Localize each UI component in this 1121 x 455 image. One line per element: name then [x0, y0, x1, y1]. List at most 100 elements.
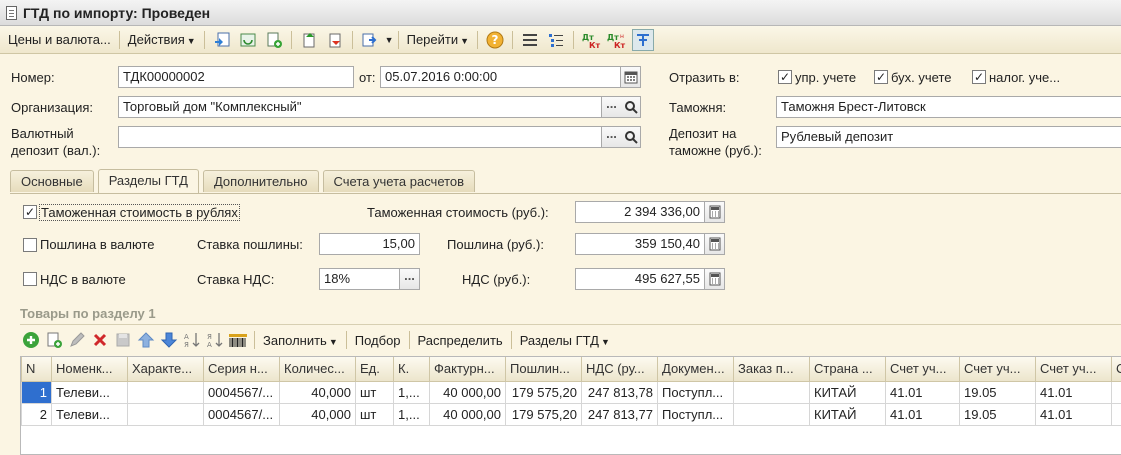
customs-value-field[interactable]: 2 394 336,00 — [575, 201, 705, 223]
edit-row-button[interactable] — [66, 329, 88, 351]
gtd-sections-menu-button[interactable]: Разделы ГТД ▼ — [516, 333, 614, 348]
column-header[interactable]: Страна ... — [809, 357, 886, 382]
help-button[interactable]: ? — [484, 29, 506, 51]
post-button[interactable] — [298, 29, 320, 51]
vat-currency-checkbox[interactable] — [23, 272, 37, 286]
cell[interactable]: 40 000,00 — [429, 402, 506, 426]
delete-row-button[interactable] — [89, 329, 111, 351]
actions-menu-button[interactable]: Действия ▼ — [124, 32, 200, 47]
organization-select-button[interactable]: ... — [602, 96, 622, 118]
column-header[interactable]: Номенк... — [51, 357, 128, 382]
vat-rate-select-button[interactable]: ... — [400, 268, 420, 290]
cell[interactable]: 0004567/... — [203, 380, 280, 404]
unpost-button[interactable] — [324, 29, 346, 51]
cell[interactable] — [127, 380, 204, 404]
cell[interactable]: КИТАЙ — [809, 380, 886, 404]
tree-button[interactable] — [545, 29, 567, 51]
cell[interactable]: 179 575,20 — [505, 402, 582, 426]
cell[interactable]: 41.01 — [885, 380, 960, 404]
currency-deposit-field[interactable] — [118, 126, 602, 148]
reflect-tax-checkbox[interactable]: ✓ — [972, 70, 986, 84]
reflect-accounting-checkbox[interactable]: ✓ — [874, 70, 888, 84]
dt-kt-button[interactable]: Дт Кт — [580, 29, 602, 51]
column-header[interactable]: Докумен... — [657, 357, 734, 382]
end-edit-button[interactable] — [112, 329, 134, 351]
duty-rate-field[interactable]: 15,00 — [319, 233, 420, 255]
cell[interactable]: 40 000,00 — [429, 380, 506, 404]
move-up-button[interactable] — [135, 329, 157, 351]
write-document-button[interactable] — [237, 29, 259, 51]
table-row[interactable]: 2 Телеви... 0004567/... 40,000 шт 1,... … — [21, 402, 1121, 426]
column-header[interactable]: Счет уч... — [1035, 357, 1112, 382]
move-down-button[interactable] — [158, 329, 180, 351]
cell[interactable] — [127, 402, 204, 426]
cell[interactable]: КИТАЙ — [809, 402, 886, 426]
add-row-button[interactable] — [20, 329, 42, 351]
reflect-management-checkbox[interactable]: ✓ — [778, 70, 792, 84]
vat-rate-field[interactable]: 18% — [319, 268, 400, 290]
currency-deposit-select-button[interactable]: ... — [602, 126, 622, 148]
cell[interactable]: шт — [355, 380, 394, 404]
structure-toggle-button[interactable] — [632, 28, 655, 51]
column-header[interactable]: Пошлин... — [505, 357, 582, 382]
deposit-field[interactable]: Рублевый депозит — [776, 126, 1121, 148]
dt-kt-tax-button[interactable]: Дт н Кт — [606, 29, 628, 51]
sort-asc-button[interactable]: AЯ — [181, 329, 203, 351]
cell[interactable] — [733, 402, 810, 426]
cell[interactable]: 41.01 — [1035, 402, 1112, 426]
vat-calc-button[interactable] — [705, 268, 725, 290]
fill-menu-button[interactable]: Заполнить ▼ — [259, 333, 342, 348]
cell[interactable]: шт — [355, 402, 394, 426]
pick-button[interactable]: Подбор — [351, 333, 405, 348]
refresh-button[interactable] — [263, 29, 285, 51]
organization-open-button[interactable] — [621, 96, 641, 118]
tab-gtd-sections[interactable]: Разделы ГТД — [97, 169, 199, 193]
column-header[interactable]: НДС (ру... — [581, 357, 658, 382]
post-document-button[interactable] — [211, 29, 233, 51]
column-header[interactable]: Счет уч... — [959, 357, 1036, 382]
dropdown-arrow-icon[interactable]: ▼ — [385, 35, 394, 45]
tab-settlement-accounts[interactable]: Счета учета расчетов — [322, 170, 476, 192]
cell[interactable]: Телеви... — [51, 402, 128, 426]
cell[interactable] — [733, 380, 810, 404]
cell[interactable]: 1,... — [393, 402, 430, 426]
column-header[interactable]: Серия н... — [203, 357, 280, 382]
customs-field[interactable]: Таможня Брест-Литовск — [776, 96, 1121, 118]
cell[interactable]: 2 — [21, 402, 52, 426]
duty-field[interactable]: 359 150,40 — [575, 233, 705, 255]
number-field[interactable]: ТДК00000002 — [118, 66, 354, 88]
distribute-button[interactable]: Распределить — [414, 333, 507, 348]
cell[interactable]: 247 813,77 — [581, 402, 658, 426]
column-header[interactable]: Количес... — [279, 357, 356, 382]
cell[interactable] — [1111, 402, 1121, 426]
prices-currency-button[interactable]: Цены и валюта... — [4, 32, 115, 47]
column-header[interactable]: N — [21, 357, 52, 382]
cell[interactable]: 1 — [21, 380, 52, 404]
date-field[interactable]: 05.07.2016 0:00:00 — [380, 66, 621, 88]
column-header[interactable]: Заказ п... — [733, 357, 810, 382]
column-header[interactable]: С — [1111, 357, 1121, 382]
column-header[interactable]: Счет уч... — [885, 357, 960, 382]
go-menu-button[interactable]: Перейти ▼ — [403, 32, 473, 47]
cell[interactable]: 41.01 — [1035, 380, 1112, 404]
cell[interactable]: 19.05 — [959, 402, 1036, 426]
cell[interactable]: 247 813,78 — [581, 380, 658, 404]
table-row[interactable]: 1 Телеви... 0004567/... 40,000 шт 1,... … — [21, 380, 1121, 404]
cell[interactable]: 1,... — [393, 380, 430, 404]
vat-field[interactable]: 495 627,55 — [575, 268, 705, 290]
duty-calc-button[interactable] — [705, 233, 725, 255]
cell[interactable]: 179 575,20 — [505, 380, 582, 404]
organization-field[interactable]: Торговый дом "Комплексный" — [118, 96, 602, 118]
cell[interactable]: 0004567/... — [203, 402, 280, 426]
cell[interactable]: 40,000 — [279, 402, 356, 426]
goods-table[interactable]: N Номенк... Характе... Серия н... Количе… — [20, 356, 1121, 455]
tab-main[interactable]: Основные — [10, 170, 94, 192]
column-header[interactable]: Ед. — [355, 357, 394, 382]
cell[interactable]: 40,000 — [279, 380, 356, 404]
customs-value-rub-checkbox[interactable]: ✓ — [23, 205, 37, 219]
cell[interactable]: 41.01 — [885, 402, 960, 426]
tab-additional[interactable]: Дополнительно — [202, 170, 319, 192]
print-menu-button[interactable] — [359, 29, 381, 51]
currency-deposit-open-button[interactable] — [621, 126, 641, 148]
cell[interactable]: 19.05 — [959, 380, 1036, 404]
